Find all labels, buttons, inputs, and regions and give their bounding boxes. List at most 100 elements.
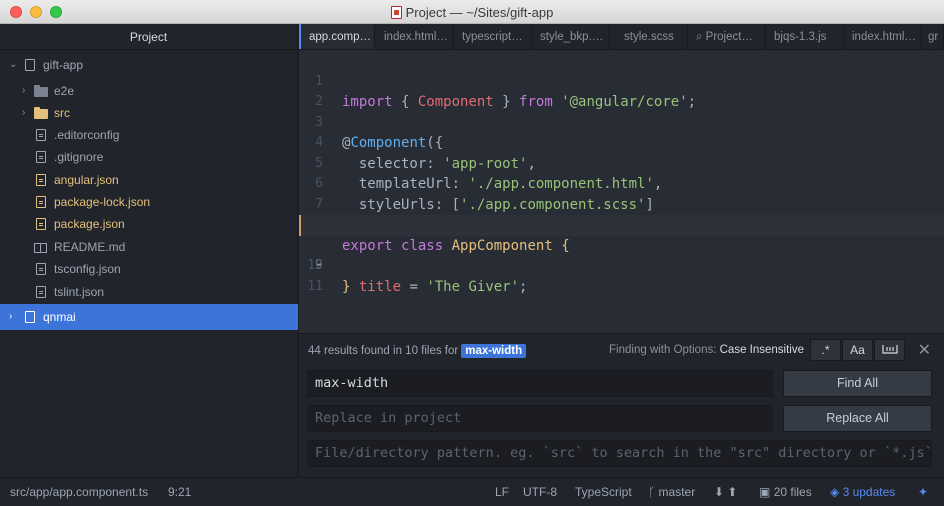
- whole-word-icon: [881, 345, 898, 354]
- chevron-down-icon[interactable]: ⌄: [9, 54, 17, 76]
- code-line-9: 9 title = 'The Giver';: [299, 215, 944, 295]
- tab-typescript[interactable]: typescript…: [454, 24, 532, 49]
- tab-style-scss[interactable]: style.scss: [610, 24, 688, 49]
- tree-item-qnmai[interactable]: › qnmai: [0, 304, 298, 330]
- search-term-badge: max-width: [461, 344, 527, 358]
- teletype-icon[interactable]: ✦: [918, 478, 928, 506]
- file-icon: [36, 286, 46, 298]
- code-editor[interactable]: 1 import { Component } from '@angular/co…: [299, 50, 944, 333]
- tree-item-label: gift-app: [43, 58, 84, 72]
- tree-item-tslint[interactable]: tslint.json: [0, 281, 298, 303]
- find-all-button[interactable]: Find All: [783, 370, 932, 397]
- tree-view: Project ⌄ gift-app › e2e › src .editorco…: [0, 24, 298, 477]
- code-line-1: 1 import { Component } from '@angular/co…: [299, 51, 944, 111]
- tree-item-label: package-lock.json: [54, 195, 151, 209]
- cursor-position[interactable]: 9:21: [168, 478, 191, 506]
- tree-item-src[interactable]: › src: [0, 102, 298, 124]
- tab-app-component[interactable]: app.comp…: [299, 24, 375, 49]
- branch-name: master: [658, 485, 696, 499]
- folder-icon: [34, 107, 48, 119]
- document-icon: [390, 6, 402, 19]
- find-input[interactable]: max-width: [307, 370, 773, 397]
- tab-index-html[interactable]: index.html…: [376, 24, 454, 49]
- close-icon[interactable]: ✕: [918, 340, 931, 360]
- code-line-11: 11: [299, 256, 944, 294]
- repo-icon: [25, 311, 35, 323]
- tree-item-label: e2e: [54, 84, 75, 98]
- fetch-pull-push[interactable]: ⬇ ⬆: [714, 478, 737, 506]
- chevron-right-icon[interactable]: ›: [22, 80, 25, 102]
- tab-bjqs[interactable]: bjqs-1.3.js: [766, 24, 844, 49]
- file-path[interactable]: src/app/app.component.ts: [10, 478, 148, 506]
- file-icon: [36, 174, 46, 186]
- code-text: }: [342, 277, 350, 298]
- project-find-panel: 44 results found in 10 files for max-widt…: [299, 333, 944, 477]
- code-line-10: 10 }: [299, 236, 944, 295]
- find-options-text: Finding with Options: Case Insensitive: [609, 344, 804, 356]
- path-pattern-input[interactable]: File/directory pattern. eg. `src` to sea…: [307, 440, 932, 467]
- token: }: [342, 278, 351, 295]
- case-sensitive-toggle-button[interactable]: Aa: [842, 339, 873, 361]
- tree-item-gift-app[interactable]: ⌄ gift-app: [0, 54, 298, 76]
- tree-item-gitignore[interactable]: .gitignore: [0, 146, 298, 168]
- file-icon: [36, 129, 46, 141]
- tab-project-find[interactable]: ⌕ Project…: [688, 24, 766, 49]
- tree-item-label: package.json: [54, 217, 125, 231]
- updates-count: 3 updates: [842, 485, 896, 499]
- arrow-down-icon: ⬇: [714, 485, 725, 499]
- tab-style-bkp[interactable]: style_bkp.…: [532, 24, 610, 49]
- tree-item-e2e[interactable]: › e2e: [0, 80, 298, 102]
- chevron-right-icon[interactable]: ›: [22, 102, 25, 124]
- tree-item-label: README.md: [54, 240, 126, 254]
- line-ending[interactable]: LF: [495, 478, 509, 506]
- tree-item-readme[interactable]: README.md: [0, 236, 298, 258]
- tree-item-label: tslint.json: [54, 285, 105, 299]
- code-line-6: 6 styleUrls: ['./app.component.scss']: [299, 154, 944, 213]
- tree-item-package-lock-json[interactable]: package-lock.json: [0, 191, 298, 213]
- tree-item-label: qnmai: [43, 310, 76, 324]
- file-icon: [36, 196, 46, 208]
- file-icon: [36, 218, 46, 230]
- title-bar: Project — ~/Sites/gift-app: [0, 0, 944, 24]
- tree-item-angular-json[interactable]: angular.json: [0, 169, 298, 191]
- results-count-text: 44 results found in 10 files for: [308, 345, 459, 357]
- code-line-7: 7 }): [299, 174, 944, 234]
- line-number: 11: [307, 278, 323, 294]
- window-title-wrap: Project — ~/Sites/gift-app: [0, 5, 944, 20]
- tab-overflow[interactable]: gr: [922, 24, 944, 49]
- code-line-5: 5 templateUrl: './app.component.html',: [299, 133, 944, 193]
- window-title: Project — ~/Sites/gift-app: [405, 5, 554, 20]
- encoding[interactable]: UTF-8: [523, 478, 557, 506]
- token: =: [401, 278, 427, 295]
- tree-item-package-json[interactable]: package.json: [0, 213, 298, 235]
- tree-view-header: Project: [0, 24, 297, 50]
- chevron-right-icon[interactable]: ›: [9, 304, 12, 330]
- tree-item-label: .gitignore: [54, 150, 104, 164]
- tree-item-tsconfig[interactable]: tsconfig.json: [0, 258, 298, 280]
- options-value: Case Insensitive: [719, 344, 804, 356]
- folder-icon: [34, 85, 48, 97]
- grammar-selector[interactable]: TypeScript: [575, 478, 632, 506]
- package-updates[interactable]: ◈ 3 updates: [830, 478, 895, 506]
- package-icon: ◈: [830, 485, 840, 499]
- diff-icon: ▣: [759, 485, 771, 499]
- git-modified-marker: [299, 215, 301, 236]
- tree-item-editorconfig[interactable]: .editorconfig: [0, 124, 298, 146]
- token: ;: [519, 278, 528, 295]
- code-line-2: 2: [299, 72, 944, 109]
- arrow-up-icon: ⬆: [727, 485, 738, 499]
- file-icon: [36, 263, 46, 275]
- git-branch[interactable]: ᚴ master: [648, 478, 695, 506]
- code-line-8: 8 export class AppComponent {: [299, 195, 944, 254]
- tab-index-html-2[interactable]: index.html…: [844, 24, 922, 49]
- regex-toggle-button[interactable]: .*: [810, 339, 841, 361]
- git-changes[interactable]: ▣ 20 files: [759, 478, 812, 506]
- status-bar: src/app/app.component.ts 9:21 LF UTF-8 T…: [0, 477, 944, 506]
- whole-word-toggle-button[interactable]: [874, 339, 905, 361]
- markdown-icon: [34, 243, 47, 253]
- tree-item-label: tsconfig.json: [54, 262, 121, 276]
- files-changed-count: 20 files: [773, 485, 812, 499]
- code-line-3: 3 @Component({: [299, 92, 944, 152]
- replace-all-button[interactable]: Replace All: [783, 405, 932, 432]
- replace-input[interactable]: Replace in project: [307, 405, 773, 432]
